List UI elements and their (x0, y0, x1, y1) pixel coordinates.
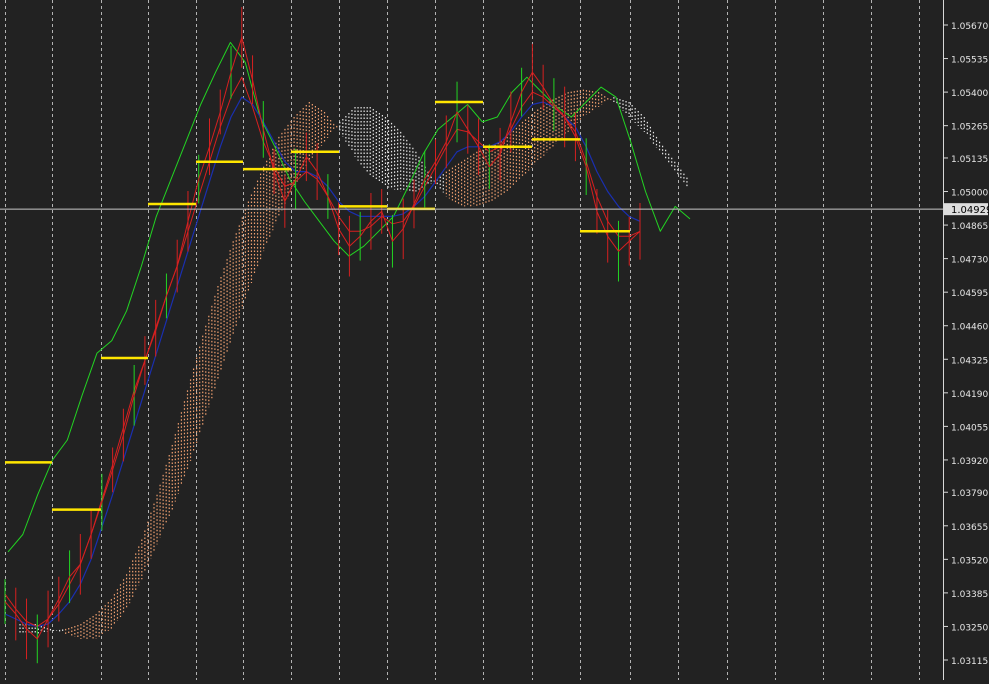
price-tick-label: 1.03920 (951, 457, 988, 467)
price-tick-label: 1.05135 (951, 155, 988, 165)
price-tick-label: 1.04460 (951, 323, 988, 333)
price-tick-label: 1.05265 (951, 123, 988, 133)
price-tick-label: 1.04055 (951, 423, 988, 433)
price-tick-label: 1.05400 (951, 89, 988, 99)
price-tick-label: 1.04730 (951, 256, 988, 266)
price-tick-label: 1.05535 (951, 56, 988, 66)
price-tick-label: 1.03790 (951, 489, 988, 499)
price-tick-label: 1.03250 (951, 623, 988, 633)
price-tick-label: 1.03520 (951, 556, 988, 566)
price-tick-label: 1.05670 (951, 22, 988, 32)
price-tick-label: 1.03655 (951, 523, 988, 533)
chart-svg[interactable]: 1.05670 1.05535 1.05400 1.05265 1.05135 1.050… (0, 0, 989, 680)
price-tick-label: 1.04190 (951, 390, 988, 400)
price-tick-label: 1.04595 (951, 289, 988, 299)
price-tick-label: 1.04325 (951, 356, 988, 366)
price-tick-label: 1.05000 (951, 189, 988, 199)
price-tick-label: 1.04865 (951, 222, 988, 232)
price-tick-label: 1.03385 (951, 590, 988, 600)
current-price-label: 1.04929 (951, 205, 989, 216)
price-chart[interactable]: 1.05670 1.05535 1.05400 1.05265 1.05135 1.050… (0, 0, 989, 680)
price-tick-label: 1.03115 (951, 657, 988, 667)
